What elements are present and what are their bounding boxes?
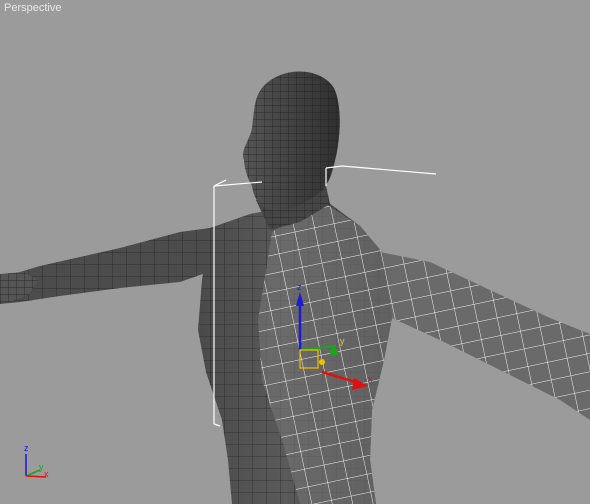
viewport-label[interactable]: Perspective	[4, 2, 61, 14]
gizmo-pivot-icon	[319, 359, 325, 365]
tripod-z-label: z	[24, 443, 29, 453]
scene-canvas[interactable]: z y x z y x	[0, 0, 590, 504]
gizmo-y-label: y	[340, 336, 345, 346]
gizmo-y-handle-icon[interactable]	[330, 348, 338, 356]
perspective-viewport[interactable]: z y x z y x Perspective	[0, 0, 590, 504]
gizmo-z-label: z	[297, 282, 302, 292]
gizmo-x-label: x	[368, 374, 373, 384]
view-axis-tripod: z y x	[24, 443, 49, 479]
tripod-x-label: x	[44, 469, 49, 479]
human-mesh-icon[interactable]	[0, 71, 590, 504]
